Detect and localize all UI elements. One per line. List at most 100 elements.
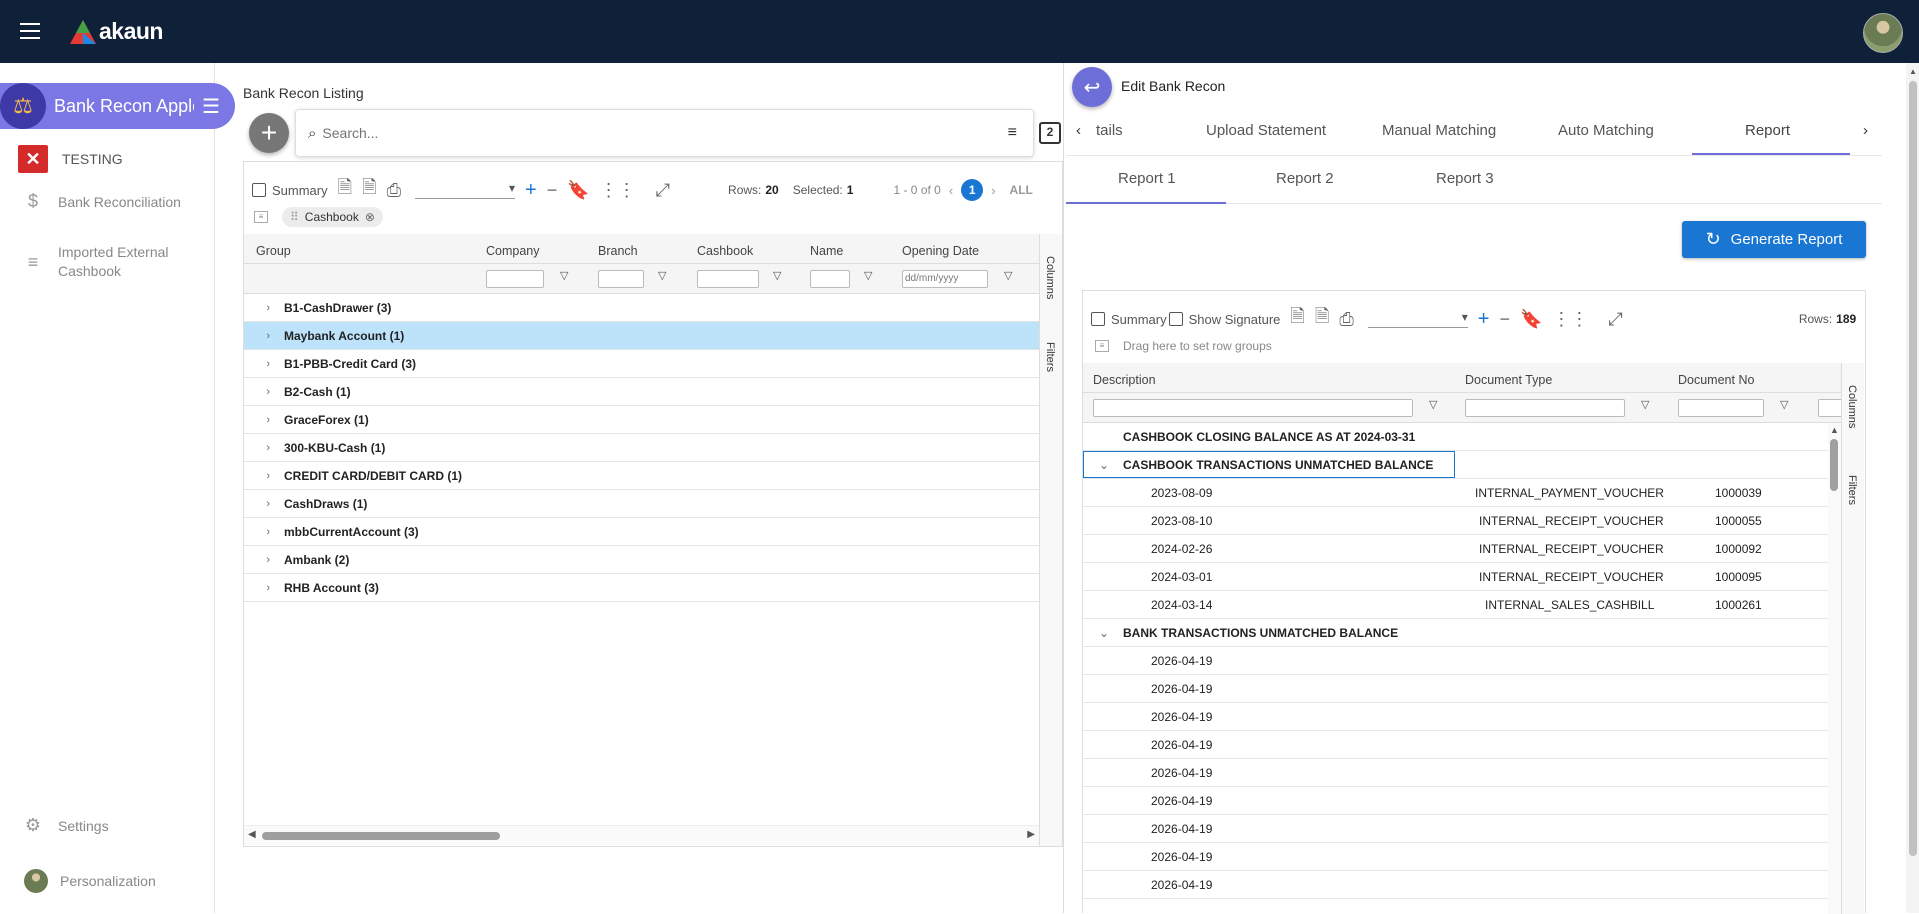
table-row[interactable]: 2026-04-19: [1083, 675, 1828, 703]
print-icon[interactable]: ⎙: [387, 180, 401, 201]
panel-divider[interactable]: [1063, 63, 1064, 913]
tab-details[interactable]: tails: [1096, 122, 1123, 139]
sidebar-item-testing[interactable]: ✕ TESTING: [18, 145, 123, 173]
expand-icon[interactable]: ›: [244, 582, 284, 594]
scroll-thumb[interactable]: [1830, 439, 1838, 491]
menu-icon[interactable]: [20, 23, 40, 39]
table-row[interactable]: 2024-03-14 INTERNAL_SALES_CASHBILL 1000261: [1083, 591, 1828, 619]
view-select[interactable]: [1367, 310, 1468, 328]
expand-icon[interactable]: ›: [244, 554, 284, 566]
collapse-menu-icon[interactable]: ☰: [202, 94, 220, 119]
col-name[interactable]: Name: [810, 244, 843, 258]
excel-icon[interactable]: 🗎: [362, 175, 376, 205]
scroll-left-icon[interactable]: ◀: [248, 829, 256, 840]
bookmark-icon[interactable]: 🔖: [567, 180, 589, 201]
cashbook-filter-input[interactable]: [697, 270, 759, 288]
closing-balance-row[interactable]: CASHBOOK CLOSING BALANCE AS AT 2024-03-3…: [1083, 423, 1828, 451]
group-row[interactable]: › 300-KBU-Cash (1): [244, 434, 1039, 462]
table-row[interactable]: 2026-04-19: [1083, 647, 1828, 675]
expand-icon[interactable]: ›: [244, 330, 284, 342]
group-row[interactable]: › Ambank (2): [244, 546, 1039, 574]
group-row[interactable]: › GraceForex (1): [244, 406, 1039, 434]
cashbook-chip[interactable]: ⠿ Cashbook ⊗: [282, 207, 383, 227]
expand-icon[interactable]: ›: [244, 498, 284, 510]
copy-icon[interactable]: 2: [1039, 122, 1061, 144]
group-row[interactable]: › CashDraws (1): [244, 490, 1039, 518]
group-row[interactable]: › B2-Cash (1): [244, 378, 1039, 406]
search-input[interactable]: [322, 125, 923, 141]
bookmark-icon[interactable]: 🔖: [1520, 309, 1542, 330]
table-row[interactable]: 2026-04-19: [1083, 815, 1828, 843]
report-vertical-scrollbar[interactable]: ▲: [1828, 423, 1841, 914]
csv-icon[interactable]: 🗎: [1290, 304, 1304, 334]
print-icon[interactable]: ⎙: [1339, 309, 1353, 330]
table-row[interactable]: 2026-04-19: [1083, 759, 1828, 787]
search-box[interactable]: ⌕ ≡: [295, 109, 1034, 157]
name-filter-icon[interactable]: ▽: [864, 269, 872, 282]
expand-icon[interactable]: ›: [244, 414, 284, 426]
page-scroll-thumb[interactable]: [1909, 81, 1917, 856]
page-scrollbar[interactable]: ▲: [1906, 63, 1919, 913]
page-scroll-up-icon[interactable]: ▲: [1909, 67, 1917, 76]
expand-icon[interactable]: ⤢: [656, 180, 670, 201]
tab-report[interactable]: Report: [1745, 122, 1790, 139]
company-filter-input[interactable]: [486, 270, 544, 288]
table-row[interactable]: 2023-08-10 INTERNAL_RECEIPT_VOUCHER 100005…: [1083, 507, 1828, 535]
col-branch[interactable]: Branch: [598, 244, 638, 258]
col-cashbook[interactable]: Cashbook: [697, 244, 753, 258]
horizontal-scrollbar[interactable]: ◀ ▶: [244, 825, 1039, 845]
description-filter-icon[interactable]: ▽: [1429, 398, 1437, 411]
collapse-icon[interactable]: ⌄: [1099, 626, 1109, 640]
bank-group-row[interactable]: ⌄ BANK TRANSACTIONS UNMATCHED BALANCE: [1083, 619, 1828, 647]
col-document-no[interactable]: Document No: [1678, 373, 1754, 387]
grid-icon[interactable]: ⋮⋮: [600, 180, 636, 201]
columns-tab[interactable]: Columns: [1846, 385, 1858, 428]
filters-tab[interactable]: Filters: [1846, 475, 1858, 505]
sidebar-item-settings[interactable]: ⚙ Settings: [18, 815, 109, 836]
table-row[interactable]: 2026-04-19: [1083, 731, 1828, 759]
remove-view-icon[interactable]: −: [547, 180, 558, 201]
branch-filter-input[interactable]: [598, 270, 644, 288]
next-page-icon[interactable]: ›: [991, 183, 995, 198]
sidebar-item-personalization[interactable]: Personalization: [18, 869, 156, 893]
table-row[interactable]: 2026-04-19: [1083, 787, 1828, 815]
expand-icon[interactable]: ›: [244, 386, 284, 398]
summary-checkbox[interactable]: [252, 183, 266, 197]
group-row[interactable]: › CREDIT CARD/DEBIT CARD (1): [244, 462, 1039, 490]
cashbook-group-row[interactable]: ⌄ CASHBOOK TRANSACTIONS UNMATCHED BALANC…: [1083, 451, 1828, 479]
remove-view-icon[interactable]: −: [1499, 309, 1510, 330]
name-filter-input[interactable]: [810, 270, 850, 288]
show-signature-checkbox[interactable]: [1168, 312, 1183, 326]
grid-icon[interactable]: ⋮⋮: [1552, 309, 1588, 330]
chip-remove-icon[interactable]: ⊗: [365, 210, 375, 224]
applet-header[interactable]: ⚖ Bank Recon Applet ☰: [0, 83, 235, 129]
sidebar-item-imported-external-cashbook[interactable]: ≡ Imported External Cashbook: [18, 243, 198, 281]
subtab-report-3[interactable]: Report 3: [1436, 170, 1494, 187]
expand-icon[interactable]: ›: [244, 442, 284, 454]
col-document-type[interactable]: Document Type: [1465, 373, 1552, 387]
col-group[interactable]: Group: [256, 244, 291, 258]
view-select[interactable]: [415, 181, 515, 199]
table-row[interactable]: 2026-04-19: [1083, 871, 1828, 899]
scroll-right-icon[interactable]: ▶: [1027, 829, 1035, 840]
table-row[interactable]: 2024-02-26 INTERNAL_RECEIPT_VOUCHER 100009…: [1083, 535, 1828, 563]
col-opening-date[interactable]: Opening Date: [902, 244, 979, 258]
generate-report-button[interactable]: ↻ Generate Report: [1682, 221, 1866, 258]
col-company[interactable]: Company: [486, 244, 540, 258]
all-button[interactable]: ALL: [1010, 183, 1033, 197]
group-row[interactable]: › B1-PBB-Credit Card (3): [244, 350, 1039, 378]
group-row-selected[interactable]: › Maybank Account (1): [244, 322, 1039, 350]
excel-icon[interactable]: 🗎: [1315, 304, 1329, 334]
col-description[interactable]: Description: [1093, 373, 1156, 387]
brand-logo[interactable]: akaun: [70, 18, 163, 45]
filters-tab[interactable]: Filters: [1044, 342, 1056, 372]
group-row[interactable]: › RHB Account (3): [244, 574, 1039, 602]
collapse-icon[interactable]: ⌄: [1099, 458, 1109, 472]
filter-list-icon[interactable]: ≡: [1008, 124, 1017, 142]
expand-icon[interactable]: ›: [244, 302, 284, 314]
expand-icon[interactable]: ⤢: [1608, 309, 1622, 330]
add-button[interactable]: +: [249, 113, 289, 153]
branch-filter-icon[interactable]: ▽: [658, 269, 666, 282]
user-avatar[interactable]: [1863, 13, 1903, 53]
expand-icon[interactable]: ›: [244, 470, 284, 482]
